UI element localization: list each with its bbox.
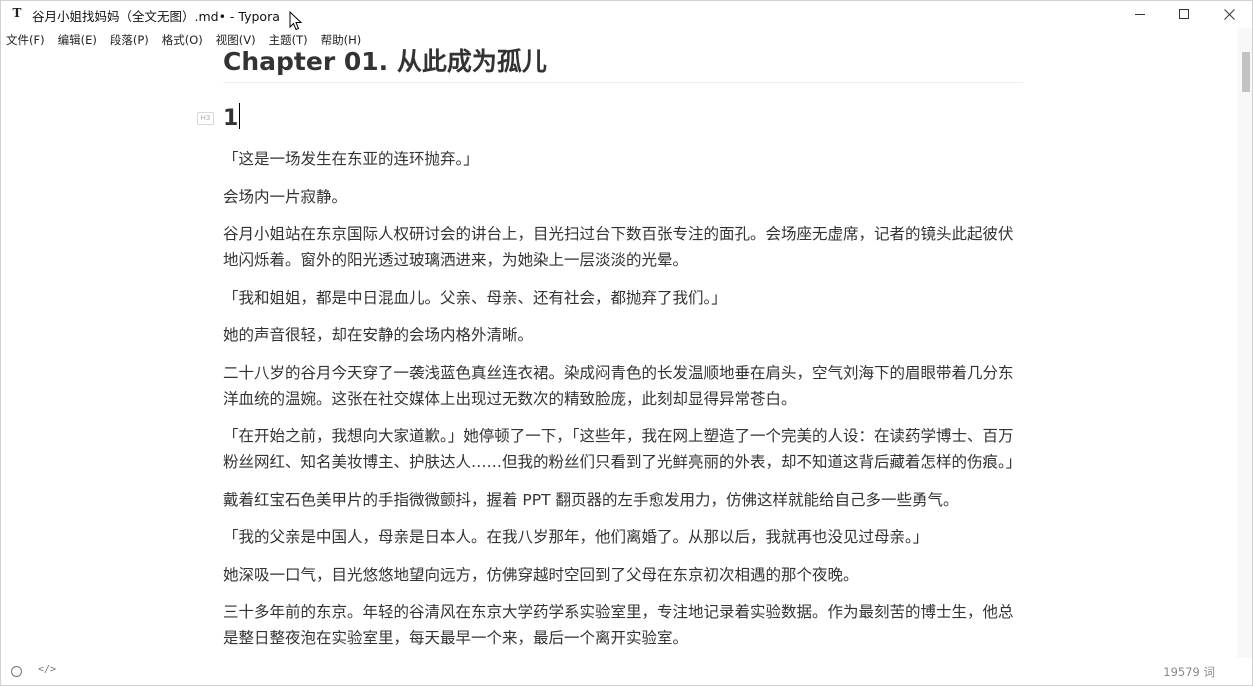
title-bar: T 谷月小姐找妈妈（全文无图）.md• - Typora bbox=[0, 0, 1253, 28]
paragraph[interactable]: 三十多年前的东京。年轻的谷清风在东京大学药学系实验室里，专注地记录着实验数据。作… bbox=[223, 599, 1023, 651]
word-count[interactable]: 19579 词 bbox=[1163, 664, 1215, 680]
minimize-button[interactable] bbox=[1117, 0, 1163, 28]
vertical-scrollbar[interactable] bbox=[1237, 28, 1253, 660]
menu-format[interactable]: 格式(O) bbox=[155, 30, 209, 50]
minimize-icon bbox=[1134, 13, 1145, 15]
scrollbar-thumb[interactable] bbox=[1242, 52, 1250, 92]
mouse-pointer-icon bbox=[289, 11, 303, 31]
source-code-toggle-icon[interactable]: </> bbox=[38, 664, 56, 675]
maximize-icon bbox=[1178, 8, 1189, 19]
menu-paragraph[interactable]: 段落(P) bbox=[103, 30, 155, 50]
close-button[interactable] bbox=[1206, 0, 1252, 28]
heading-level-marker: H3 bbox=[197, 112, 214, 125]
editor-area[interactable]: Chapter 01. 从此成为孤儿 H3 1 「这是一场发生在东亚的连环抛弃。… bbox=[197, 44, 1023, 663]
close-icon bbox=[1223, 8, 1235, 20]
maximize-button[interactable] bbox=[1161, 0, 1207, 28]
section-heading-block[interactable]: H3 1 bbox=[197, 101, 1023, 137]
paragraph[interactable]: 戴着红宝石色美甲片的手指微微颤抖，握着 PPT 翻页器的左手愈发用力，仿佛这样就… bbox=[223, 487, 1023, 513]
paragraph[interactable]: 「这是一场发生在东亚的连环抛弃。」 bbox=[223, 146, 1023, 172]
paragraph[interactable]: 会场内一片寂静。 bbox=[223, 184, 1023, 210]
menu-file[interactable]: 文件(F) bbox=[0, 30, 51, 50]
paragraph[interactable]: 「我的父亲是中国人，母亲是日本人。在我八岁那年，他们离婚了。从那以后，我就再也没… bbox=[223, 524, 1023, 550]
paragraph[interactable]: 二十八岁的谷月今天穿了一袭浅蓝色真丝连衣裙。染成闷青色的长发温顺地垂在肩头，空气… bbox=[223, 360, 1023, 412]
paragraph[interactable]: 她深吸一口气，目光悠悠地望向远方，仿佛穿越时空回到了父母在东京初次相遇的那个夜晚… bbox=[223, 562, 1023, 588]
paragraph[interactable]: 她的声音很轻，却在安静的会场内格外清晰。 bbox=[223, 322, 1023, 348]
typora-logo-icon: T bbox=[12, 6, 22, 20]
section-heading[interactable]: 1 bbox=[223, 101, 238, 137]
menu-edit[interactable]: 编辑(E) bbox=[51, 30, 103, 50]
paragraph[interactable]: 「我和姐姐，都是中日混血儿。父亲、母亲、还有社会，都抛弃了我们。」 bbox=[223, 285, 1023, 311]
window-title: 谷月小姐找妈妈（全文无图）.md• - Typora bbox=[32, 9, 280, 24]
chapter-heading[interactable]: Chapter 01. 从此成为孤儿 bbox=[223, 44, 1023, 83]
paragraph-list: 「这是一场发生在东亚的连环抛弃。」 会场内一片寂静。 谷月小姐站在东京国际人权研… bbox=[223, 146, 1023, 651]
paragraph[interactable]: 谷月小姐站在东京国际人权研讨会的讲台上，目光扫过台下数百张专注的面孔。会场座无虚… bbox=[223, 221, 1023, 273]
circle-icon[interactable] bbox=[11, 666, 22, 677]
text-cursor bbox=[239, 103, 241, 129]
paragraph[interactable]: 「在开始之前，我想向大家道歉。」她停顿了一下，「这些年，我在网上塑造了一个完美的… bbox=[223, 423, 1023, 475]
status-bar: </> 19579 词 bbox=[0, 658, 1253, 686]
